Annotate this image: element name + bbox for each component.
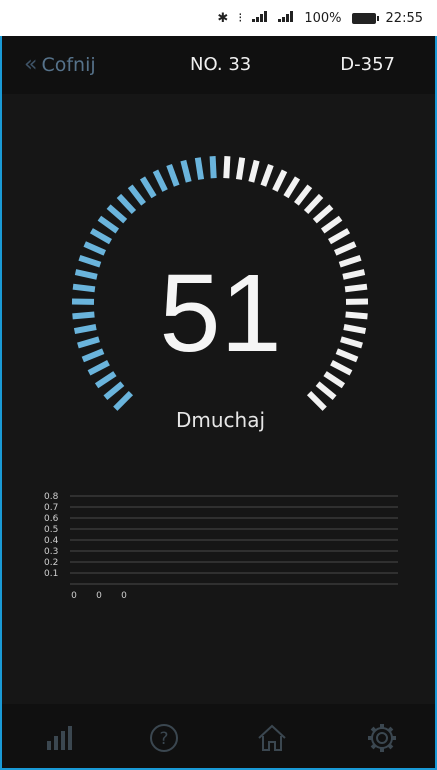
gauge-tick-inactive: [272, 169, 288, 192]
gauge-tick-active: [106, 204, 128, 224]
signal-icon: [278, 10, 294, 26]
sample-number: NO. 33: [190, 54, 252, 75]
mini-chart: 0.80.70.60.50.40.30.20.1 0 0 0: [44, 492, 398, 601]
signal-icon: [252, 10, 268, 26]
y-tick-label: 0.8: [44, 492, 59, 502]
gauge-tick-active: [166, 163, 180, 187]
gauge-label: Dmuchaj: [175, 408, 266, 432]
gauge-tick-inactive: [306, 390, 327, 411]
settings-icon: [368, 724, 396, 752]
gauge-tick-inactive: [223, 156, 231, 179]
back-label: Cofnij: [41, 54, 96, 76]
battery-percent: 100%: [304, 10, 342, 26]
y-tick-label: 0.3: [44, 547, 58, 557]
y-tick-label: 0.7: [44, 503, 58, 513]
gauge-tick-active: [97, 215, 120, 234]
nav-home-button[interactable]: [252, 718, 292, 758]
gauge-tick-inactive: [333, 241, 357, 256]
gauge-tick-active: [103, 381, 125, 401]
gauge-tick-inactive: [283, 176, 301, 199]
gauge-tick-inactive: [323, 371, 346, 389]
gauge-tick-active: [180, 159, 192, 183]
home-icon: [258, 724, 286, 751]
nav-settings-button[interactable]: [362, 718, 402, 758]
y-tick-label: 0.5: [44, 525, 58, 535]
gauge-tick-active: [116, 193, 137, 215]
nfc-icon: ⁝: [238, 10, 243, 26]
gauge-tick-inactive: [303, 193, 324, 215]
gauge-tick-inactive: [315, 381, 337, 401]
x-tick-label: 0: [96, 591, 102, 601]
x-tick-label: 0: [121, 591, 127, 601]
gauge-tick-inactive: [312, 204, 334, 224]
gauge-value: 51: [159, 252, 282, 375]
gauge-tick-active: [139, 176, 157, 199]
gauge-tick-active: [209, 156, 217, 179]
y-tick-label: 0.1: [44, 569, 58, 579]
x-tick-label: 0: [71, 591, 77, 601]
bluetooth-icon: ✱: [217, 10, 229, 26]
gauge-tick-active: [94, 371, 117, 389]
gauge-tick-inactive: [260, 163, 274, 187]
gauge-tick-inactive: [328, 228, 351, 245]
status-bar: ✱ ⁝ 100% 22:55: [0, 0, 437, 36]
device-code: D-357: [340, 54, 395, 75]
gauge-tick-active: [83, 241, 107, 256]
gauge-tick-active: [89, 228, 112, 245]
back-button[interactable]: « Cofnij: [24, 52, 96, 78]
stats-icon: [47, 726, 72, 750]
gauge-tick-inactive: [235, 157, 246, 180]
help-icon: ?: [150, 724, 178, 752]
battery-icon: [351, 12, 379, 24]
app-screen: ✱ ⁝ 100% 22:55 « Cofnij NO. 33 D-357 51 …: [0, 0, 437, 770]
gauge-tick-active: [152, 169, 168, 192]
nav-help-button[interactable]: ?: [144, 718, 184, 758]
gauge-tick-active: [113, 390, 134, 411]
nav-stats-button[interactable]: [40, 718, 80, 758]
y-tick-label: 0.6: [44, 514, 59, 524]
clock: 22:55: [385, 10, 423, 26]
gauge-tick-inactive: [320, 215, 343, 234]
chevron-left-icon: «: [24, 52, 38, 77]
gauge-tick-active: [194, 157, 205, 180]
y-tick-label: 0.2: [44, 558, 58, 568]
gauge-tick-inactive: [248, 159, 260, 183]
top-bar: « Cofnij NO. 33 D-357: [0, 36, 437, 94]
svg-text:?: ?: [159, 729, 168, 749]
y-tick-label: 0.4: [44, 536, 59, 546]
gauge-tick-inactive: [294, 184, 313, 206]
bottom-nav: ?: [0, 704, 437, 770]
main-panel: 51 Dmuchaj 0.8 0.7 0.6 0.5 0.4 0.3 0.2 0.1 0 0 0: [0, 94, 437, 704]
gauge-tick-active: [127, 184, 146, 206]
